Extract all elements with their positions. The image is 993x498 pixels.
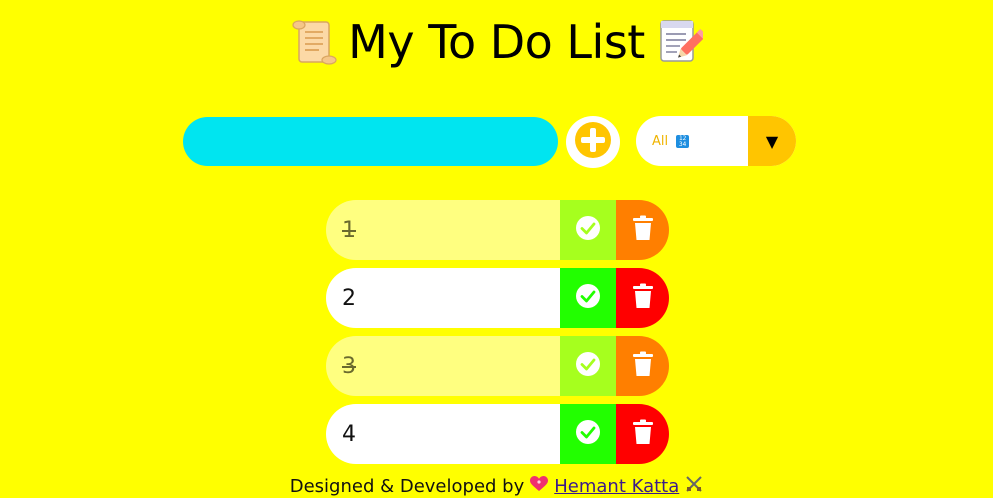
header: My To Do List bbox=[0, 10, 993, 74]
author-name: Hemant Katta bbox=[554, 476, 680, 497]
check-circle-icon bbox=[575, 419, 601, 449]
filter-select[interactable]: All 12 34 ▼ bbox=[636, 116, 796, 166]
todo-item: 2 bbox=[326, 268, 669, 328]
heart-icon bbox=[530, 476, 549, 497]
todo-list: 1 2 3 4 bbox=[326, 200, 669, 472]
delete-button[interactable] bbox=[616, 200, 669, 260]
add-todo-button[interactable] bbox=[566, 116, 620, 168]
trash-icon bbox=[632, 351, 654, 381]
complete-button[interactable] bbox=[560, 200, 616, 260]
complete-button[interactable] bbox=[560, 336, 616, 396]
crossed-swords-icon bbox=[685, 475, 703, 498]
author-link[interactable]: Hemant Katta bbox=[530, 475, 703, 498]
trash-icon bbox=[632, 419, 654, 449]
trash-icon bbox=[632, 283, 654, 313]
delete-button[interactable] bbox=[616, 336, 669, 396]
delete-button[interactable] bbox=[616, 268, 669, 328]
scroll-icon bbox=[290, 16, 338, 68]
page-title: My To Do List bbox=[348, 15, 645, 69]
todo-text: 2 bbox=[326, 268, 560, 328]
check-circle-icon bbox=[575, 215, 601, 245]
check-circle-icon bbox=[575, 283, 601, 313]
todo-item: 1 bbox=[326, 200, 669, 260]
todo-text: 4 bbox=[326, 404, 560, 464]
memo-pencil-icon bbox=[655, 16, 703, 68]
todo-text: 3 bbox=[326, 336, 560, 396]
delete-button[interactable] bbox=[616, 404, 669, 464]
trash-icon bbox=[632, 215, 654, 245]
footer: Designed & Developed by Hemant Katta bbox=[0, 475, 993, 498]
complete-button[interactable] bbox=[560, 268, 616, 328]
todo-form: All 12 34 ▼ bbox=[183, 116, 803, 168]
todo-item: 3 bbox=[326, 336, 669, 396]
footer-credit-text: Designed & Developed by bbox=[289, 476, 525, 497]
todo-item: 4 bbox=[326, 404, 669, 464]
todo-input[interactable] bbox=[183, 117, 558, 166]
filter-selected-label: All bbox=[652, 133, 669, 149]
plus-circle-icon bbox=[573, 120, 613, 164]
todo-text: 1 bbox=[326, 200, 560, 260]
check-circle-icon bbox=[575, 351, 601, 381]
complete-button[interactable] bbox=[560, 404, 616, 464]
numbers-icon: 12 34 bbox=[676, 134, 690, 148]
chevron-down-icon[interactable]: ▼ bbox=[748, 116, 796, 166]
